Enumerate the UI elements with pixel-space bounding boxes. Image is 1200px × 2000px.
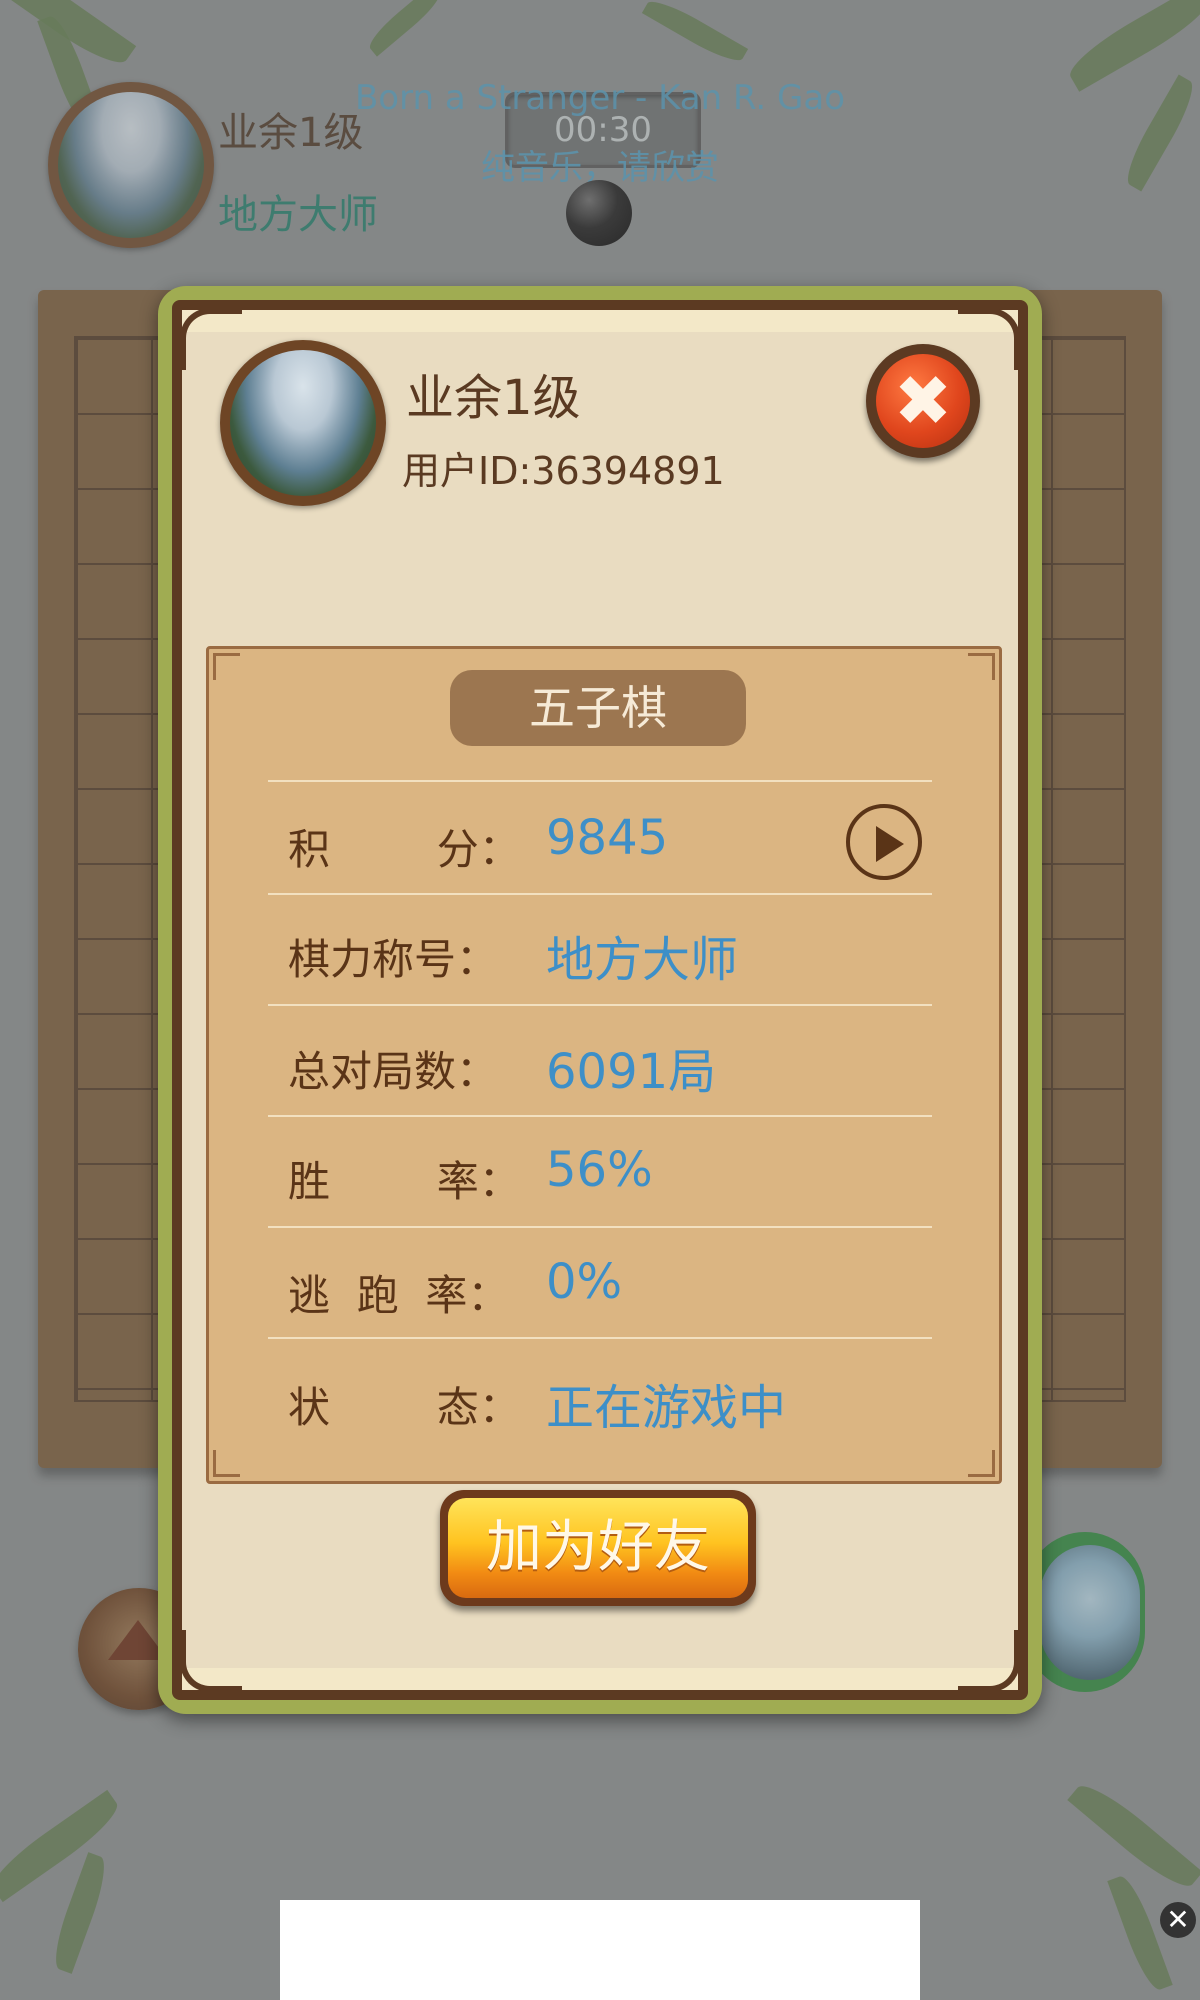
- status-value: 正在游戏中: [546, 1380, 787, 1436]
- corner-ornament: [180, 308, 242, 370]
- panel-corner: [968, 1450, 995, 1477]
- play-arrow-icon: [876, 826, 904, 862]
- corner-ornament: [958, 308, 1020, 370]
- divider: [268, 1226, 932, 1228]
- panel-corner: [213, 1450, 240, 1477]
- score-label: 积 分：: [288, 825, 521, 874]
- corner-ornament: [180, 1630, 242, 1692]
- escape-rate-label: 逃 跑 率：: [288, 1271, 510, 1320]
- close-button[interactable]: ✖: [866, 344, 980, 458]
- dialog-avatar: [220, 340, 386, 506]
- dialog-rank: 业余1级: [406, 370, 581, 426]
- divider: [268, 1004, 932, 1006]
- panel-corner: [213, 653, 240, 680]
- title-label: 棋力称号：: [288, 935, 499, 984]
- score-detail-button[interactable]: [846, 804, 922, 880]
- win-rate-value: 56%: [546, 1142, 653, 1198]
- dialog-user-id: 用户ID:36394891: [402, 449, 725, 493]
- title-value: 地方大师: [546, 932, 739, 988]
- score-value: 9845: [546, 810, 669, 866]
- divider: [268, 780, 932, 782]
- divider: [268, 893, 932, 895]
- game-name-tag: 五子棋: [450, 670, 746, 746]
- ad-close-icon[interactable]: ✕: [1160, 1902, 1196, 1938]
- add-friend-label: 加为好友: [448, 1498, 748, 1598]
- divider: [268, 1337, 932, 1339]
- ad-banner[interactable]: [280, 1900, 920, 2000]
- add-friend-button[interactable]: 加为好友: [440, 1490, 756, 1606]
- corner-ornament: [958, 1630, 1020, 1692]
- status-label: 状 态：: [288, 1383, 521, 1432]
- win-rate-label: 胜 率：: [288, 1157, 521, 1206]
- divider: [268, 1115, 932, 1117]
- panel-corner: [968, 653, 995, 680]
- escape-rate-value: 0%: [546, 1254, 623, 1310]
- close-icon: ✖: [876, 354, 970, 448]
- avatar-image: [230, 350, 376, 496]
- total-games-label: 总对局数：: [288, 1047, 499, 1096]
- total-games-value: 6091局: [546, 1044, 717, 1100]
